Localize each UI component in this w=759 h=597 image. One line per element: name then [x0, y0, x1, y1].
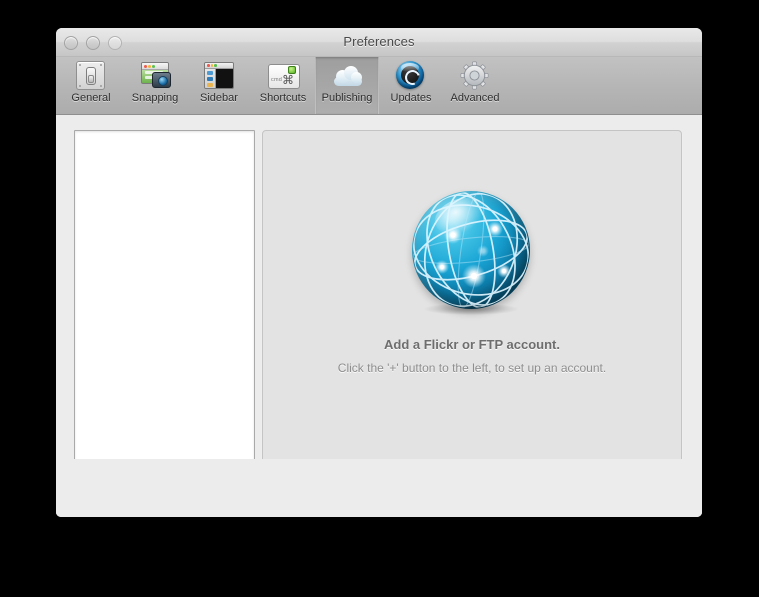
accounts-list[interactable] — [74, 130, 255, 465]
window-sidebar-icon — [204, 60, 234, 90]
toolbar-item-publishing[interactable]: Publishing — [315, 57, 379, 114]
toolbar-item-advanced[interactable]: Advanced — [443, 57, 507, 114]
toolbar-item-general[interactable]: General — [59, 57, 123, 114]
globe-drop-shadow — [424, 303, 518, 315]
publishing-content-pane: Add a Flickr or FTP account. Click the '… — [262, 130, 682, 465]
window-camera-icon — [140, 60, 171, 90]
toolbar-label-shortcuts: Shortcuts — [259, 92, 307, 104]
toolbar-item-shortcuts[interactable]: cmd ⌘ Shortcuts — [251, 57, 315, 114]
switch-plate-icon — [76, 60, 106, 90]
gear-icon — [460, 60, 490, 90]
window-title: Preferences — [343, 34, 415, 49]
toolbar-label-advanced: Advanced — [450, 92, 500, 104]
empty-state-subline: Click the '+' button to the left, to set… — [337, 361, 607, 375]
empty-state-headline: Add a Flickr or FTP account. — [383, 337, 560, 352]
refresh-sphere-icon — [396, 60, 426, 90]
toolbar-label-general: General — [71, 92, 111, 104]
desktop-backdrop: Preferences General Snapping Sidebar cmd… — [0, 0, 759, 597]
network-globe-icon — [412, 191, 532, 315]
toolbar-label-publishing: Publishing — [321, 92, 373, 104]
window-titlebar[interactable]: Preferences — [56, 28, 702, 57]
toolbar-item-updates[interactable]: Updates — [379, 57, 443, 114]
toolbar-label-snapping: Snapping — [131, 92, 179, 104]
toolbar-label-sidebar: Sidebar — [200, 92, 238, 104]
cloud-icon — [332, 60, 362, 90]
toolbar-item-sidebar[interactable]: Sidebar — [187, 57, 251, 114]
preferences-toolbar: General Snapping Sidebar cmd ⌘ Shortcuts… — [56, 57, 702, 115]
preferences-body: Add a Flickr or FTP account. Click the '… — [56, 115, 702, 517]
toolbar-item-snapping[interactable]: Snapping — [123, 57, 187, 114]
preferences-window: Preferences General Snapping Sidebar cmd… — [56, 28, 702, 517]
keyboard-key-icon: cmd ⌘ — [268, 60, 300, 90]
window-bottom-strip — [56, 459, 702, 517]
toolbar-label-updates: Updates — [390, 92, 432, 104]
